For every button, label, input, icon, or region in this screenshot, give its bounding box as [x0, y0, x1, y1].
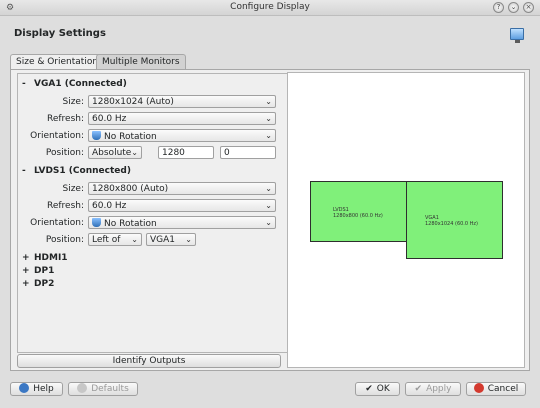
output-name: HDMI1 [34, 253, 68, 263]
monitor-lvds1[interactable]: LVDS1 1280x800 (60.0 Hz) [310, 181, 408, 242]
chevron-down-icon: ⌄ [265, 97, 272, 106]
apply-icon: ✔ [414, 384, 423, 394]
output-header-dp2[interactable]: + DP2 [22, 279, 54, 289]
size-value: 1280x1024 (Auto) [92, 97, 174, 107]
defaults-button[interactable]: Defaults [68, 382, 138, 396]
output-header-hdmi1[interactable]: + HDMI1 [22, 253, 68, 263]
help-button[interactable]: Help [10, 382, 63, 396]
output-header-vga1[interactable]: - VGA1 (Connected) [22, 79, 127, 89]
output-name: LVDS1 (Connected) [34, 166, 131, 176]
help-window-icon[interactable]: ? [493, 2, 504, 13]
apply-button[interactable]: ✔ Apply [405, 382, 461, 396]
refresh-value: 60.0 Hz [92, 114, 127, 124]
position-label: Position: [45, 235, 84, 245]
checkmark-icon: ✔ [365, 384, 373, 394]
chevron-down-icon: ⌄ [265, 131, 272, 140]
position-label: Position: [45, 148, 84, 158]
display-settings-icon [510, 28, 524, 43]
orientation-value: No Rotation [104, 219, 157, 229]
lvds1-refresh-select[interactable]: 60.0 Hz ⌄ [88, 199, 276, 212]
outputs-list[interactable]: - VGA1 (Connected) Size: 1280x1024 (Auto)… [17, 73, 289, 353]
lvds1-size-select[interactable]: 1280x800 (Auto) ⌄ [88, 182, 276, 195]
help-icon [19, 383, 30, 393]
monitor-vga1[interactable]: VGA1 1280x1024 (60.0 Hz) [406, 181, 503, 259]
expand-icon[interactable]: + [22, 266, 34, 276]
rotation-icon [92, 131, 101, 140]
collapse-icon[interactable]: - [22, 79, 34, 89]
expand-icon[interactable]: + [22, 279, 34, 289]
ok-button[interactable]: ✔ OK [355, 382, 400, 396]
chevron-down-icon: ⌄ [265, 218, 272, 227]
help-label: Help [33, 384, 54, 394]
tab-multiple-monitors[interactable]: Multiple Monitors [96, 54, 186, 69]
defaults-label: Defaults [91, 384, 129, 394]
window-title: Configure Display [230, 2, 310, 12]
configure-display-window: ⚙ Configure Display ? ⌄ × Display Settin… [0, 0, 540, 408]
refresh-value: 60.0 Hz [92, 201, 127, 211]
cancel-label: Cancel [487, 384, 519, 394]
monitor-mode: 1280x800 (60.0 Hz) [333, 213, 383, 219]
vga1-orientation-select[interactable]: No Rotation ⌄ [88, 129, 276, 142]
vga1-position-y-input[interactable]: 0 [220, 146, 276, 159]
cancel-button[interactable]: Cancel [466, 382, 526, 396]
ok-label: OK [376, 384, 390, 394]
close-window-icon[interactable]: × [523, 2, 534, 13]
minimize-icon[interactable]: ⌄ [508, 2, 519, 13]
vga1-position-mode-select[interactable]: Absolute ⌄ [88, 146, 142, 159]
orientation-value: No Rotation [104, 132, 157, 142]
position-target-value: VGA1 [150, 235, 176, 245]
output-name: DP2 [34, 279, 55, 289]
expand-icon[interactable]: + [22, 253, 34, 263]
cancel-icon [473, 383, 484, 393]
refresh-label: Refresh: [46, 201, 84, 211]
vga1-position-x-input[interactable]: 1280 [158, 146, 214, 159]
monitor-preview: LVDS1 1280x800 (60.0 Hz) VGA1 1280x1024 … [287, 72, 525, 368]
position-mode-value: Absolute [92, 148, 132, 158]
collapse-icon[interactable]: - [22, 166, 34, 176]
monitor-mode: 1280x1024 (60.0 Hz) [425, 221, 479, 227]
apply-label: Apply [426, 384, 452, 394]
output-header-lvds1[interactable]: - LVDS1 (Connected) [22, 166, 131, 176]
dialog-button-bar: Help Defaults ✔ OK ✔ Apply Cancel [0, 375, 540, 408]
output-header-dp1[interactable]: + DP1 [22, 266, 54, 276]
tab-size-orientation[interactable]: Size & Orientation [10, 54, 105, 70]
chevron-down-icon: ⌄ [131, 235, 138, 244]
size-label: Size: [62, 97, 84, 107]
identify-outputs-button[interactable]: Identify Outputs [17, 354, 281, 368]
lvds1-orientation-select[interactable]: No Rotation ⌄ [88, 216, 276, 229]
vga1-size-select[interactable]: 1280x1024 (Auto) ⌄ [88, 95, 276, 108]
orientation-label: Orientation: [30, 218, 84, 228]
lvds1-position-target-select[interactable]: VGA1 ⌄ [146, 233, 196, 246]
lvds1-position-mode-select[interactable]: Left of ⌄ [88, 233, 142, 246]
chevron-down-icon: ⌄ [185, 235, 192, 244]
size-value: 1280x800 (Auto) [92, 184, 169, 194]
tab-panel: - VGA1 (Connected) Size: 1280x1024 (Auto)… [10, 69, 530, 371]
title-bar[interactable]: ⚙ Configure Display ? ⌄ × [0, 0, 540, 16]
chevron-down-icon: ⌄ [131, 148, 138, 157]
output-name: VGA1 (Connected) [34, 79, 127, 89]
vga1-refresh-select[interactable]: 60.0 Hz ⌄ [88, 112, 276, 125]
orientation-label: Orientation: [30, 131, 84, 141]
rotation-icon [92, 218, 101, 227]
position-mode-value: Left of [92, 235, 121, 245]
chevron-down-icon: ⌄ [265, 184, 272, 193]
chevron-down-icon: ⌄ [265, 201, 272, 210]
output-name: DP1 [34, 266, 55, 276]
page-title: Display Settings [14, 28, 106, 39]
size-label: Size: [62, 184, 84, 194]
defaults-icon [77, 383, 88, 393]
refresh-label: Refresh: [46, 114, 84, 124]
chevron-down-icon: ⌄ [265, 114, 272, 123]
